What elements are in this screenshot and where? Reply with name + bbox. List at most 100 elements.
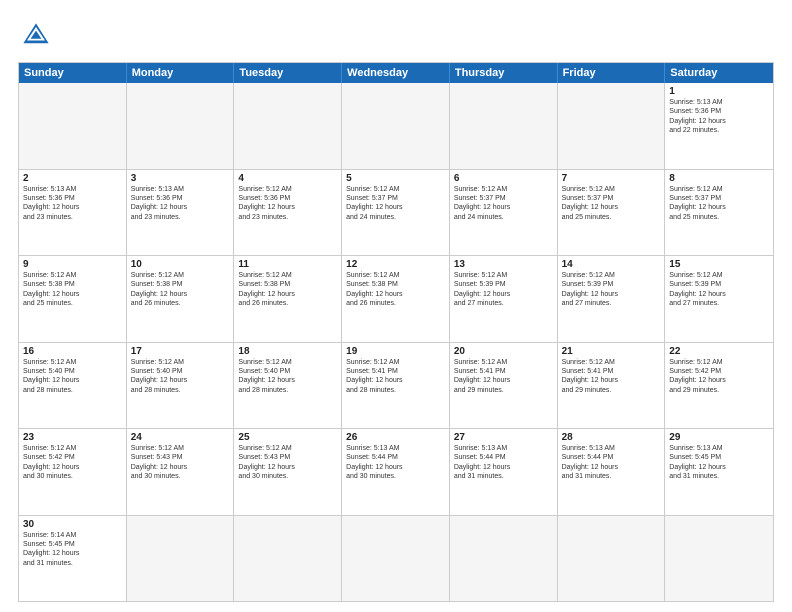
calendar-cell: 5Sunrise: 5:12 AM Sunset: 5:37 PM Daylig… <box>342 170 450 256</box>
weekday-header: Friday <box>558 63 666 83</box>
calendar-cell: 9Sunrise: 5:12 AM Sunset: 5:38 PM Daylig… <box>19 256 127 342</box>
day-info: Sunrise: 5:12 AM Sunset: 5:40 PM Dayligh… <box>238 358 337 396</box>
day-number: 27 <box>454 432 553 443</box>
day-info: Sunrise: 5:12 AM Sunset: 5:37 PM Dayligh… <box>454 185 553 223</box>
calendar-row: 1Sunrise: 5:13 AM Sunset: 5:36 PM Daylig… <box>19 83 773 170</box>
calendar-row: 16Sunrise: 5:12 AM Sunset: 5:40 PM Dayli… <box>19 343 773 430</box>
calendar-cell <box>127 83 235 169</box>
calendar-cell <box>234 516 342 602</box>
calendar-cell: 3Sunrise: 5:13 AM Sunset: 5:36 PM Daylig… <box>127 170 235 256</box>
calendar-cell: 26Sunrise: 5:13 AM Sunset: 5:44 PM Dayli… <box>342 429 450 515</box>
calendar-cell: 29Sunrise: 5:13 AM Sunset: 5:45 PM Dayli… <box>665 429 773 515</box>
day-number: 8 <box>669 173 769 184</box>
weekday-header: Saturday <box>665 63 773 83</box>
day-number: 13 <box>454 259 553 270</box>
day-number: 1 <box>669 86 769 97</box>
weekday-header: Sunday <box>19 63 127 83</box>
day-number: 23 <box>23 432 122 443</box>
day-number: 21 <box>562 346 661 357</box>
calendar: SundayMondayTuesdayWednesdayThursdayFrid… <box>18 62 774 602</box>
header <box>18 18 774 54</box>
calendar-cell: 30Sunrise: 5:14 AM Sunset: 5:45 PM Dayli… <box>19 516 127 602</box>
day-info: Sunrise: 5:12 AM Sunset: 5:37 PM Dayligh… <box>669 185 769 223</box>
calendar-header: SundayMondayTuesdayWednesdayThursdayFrid… <box>19 63 773 83</box>
day-info: Sunrise: 5:12 AM Sunset: 5:40 PM Dayligh… <box>23 358 122 396</box>
calendar-cell: 13Sunrise: 5:12 AM Sunset: 5:39 PM Dayli… <box>450 256 558 342</box>
day-info: Sunrise: 5:12 AM Sunset: 5:43 PM Dayligh… <box>238 444 337 482</box>
weekday-header: Thursday <box>450 63 558 83</box>
calendar-cell: 7Sunrise: 5:12 AM Sunset: 5:37 PM Daylig… <box>558 170 666 256</box>
day-number: 15 <box>669 259 769 270</box>
calendar-cell: 14Sunrise: 5:12 AM Sunset: 5:39 PM Dayli… <box>558 256 666 342</box>
calendar-cell: 20Sunrise: 5:12 AM Sunset: 5:41 PM Dayli… <box>450 343 558 429</box>
day-info: Sunrise: 5:12 AM Sunset: 5:40 PM Dayligh… <box>131 358 230 396</box>
calendar-cell: 6Sunrise: 5:12 AM Sunset: 5:37 PM Daylig… <box>450 170 558 256</box>
day-info: Sunrise: 5:12 AM Sunset: 5:37 PM Dayligh… <box>562 185 661 223</box>
day-info: Sunrise: 5:12 AM Sunset: 5:39 PM Dayligh… <box>562 271 661 309</box>
day-info: Sunrise: 5:13 AM Sunset: 5:44 PM Dayligh… <box>454 444 553 482</box>
day-number: 6 <box>454 173 553 184</box>
calendar-body: 1 Sunrise: 5:13 AM Sunset: 5:36 PM Daylig… <box>19 83 773 601</box>
day-number: 12 <box>346 259 445 270</box>
day-number: 19 <box>346 346 445 357</box>
day-number: 4 <box>238 173 337 184</box>
calendar-cell <box>127 516 235 602</box>
calendar-cell <box>19 83 127 169</box>
day-number: 29 <box>669 432 769 443</box>
calendar-cell: 8Sunrise: 5:12 AM Sunset: 5:37 PM Daylig… <box>665 170 773 256</box>
weekday-header: Wednesday <box>342 63 450 83</box>
day-info: Sunrise: 5:12 AM Sunset: 5:38 PM Dayligh… <box>23 271 122 309</box>
calendar-cell <box>234 83 342 169</box>
day-info: Sunrise: 5:13 AM Sunset: 5:36 PM Dayligh… <box>23 185 122 223</box>
calendar-row: 30Sunrise: 5:14 AM Sunset: 5:45 PM Dayli… <box>19 516 773 602</box>
day-number: 26 <box>346 432 445 443</box>
calendar-row: 9Sunrise: 5:12 AM Sunset: 5:38 PM Daylig… <box>19 256 773 343</box>
day-number: 20 <box>454 346 553 357</box>
day-info: Sunrise: 5:12 AM Sunset: 5:38 PM Dayligh… <box>238 271 337 309</box>
day-info: Sunrise: 5:12 AM Sunset: 5:39 PM Dayligh… <box>454 271 553 309</box>
calendar-cell: 1Sunrise: 5:13 AM Sunset: 5:36 PM Daylig… <box>665 83 773 169</box>
day-number: 10 <box>131 259 230 270</box>
logo-icon <box>18 18 54 54</box>
calendar-cell: 23Sunrise: 5:12 AM Sunset: 5:42 PM Dayli… <box>19 429 127 515</box>
calendar-cell: 12Sunrise: 5:12 AM Sunset: 5:38 PM Dayli… <box>342 256 450 342</box>
day-number: 25 <box>238 432 337 443</box>
day-info: Sunrise: 5:12 AM Sunset: 5:41 PM Dayligh… <box>562 358 661 396</box>
day-info: Sunrise: 5:12 AM Sunset: 5:41 PM Dayligh… <box>454 358 553 396</box>
day-number: 30 <box>23 519 122 530</box>
day-number: 14 <box>562 259 661 270</box>
calendar-row: 23Sunrise: 5:12 AM Sunset: 5:42 PM Dayli… <box>19 429 773 516</box>
page: SundayMondayTuesdayWednesdayThursdayFrid… <box>0 0 792 612</box>
day-info: Sunrise: 5:12 AM Sunset: 5:43 PM Dayligh… <box>131 444 230 482</box>
calendar-cell <box>450 83 558 169</box>
calendar-cell: 25Sunrise: 5:12 AM Sunset: 5:43 PM Dayli… <box>234 429 342 515</box>
day-info: Sunrise: 5:12 AM Sunset: 5:37 PM Dayligh… <box>346 185 445 223</box>
day-info: Sunrise: 5:14 AM Sunset: 5:45 PM Dayligh… <box>23 531 122 569</box>
weekday-header: Tuesday <box>234 63 342 83</box>
day-info: Sunrise: 5:12 AM Sunset: 5:36 PM Dayligh… <box>238 185 337 223</box>
day-number: 11 <box>238 259 337 270</box>
calendar-cell: 21Sunrise: 5:12 AM Sunset: 5:41 PM Dayli… <box>558 343 666 429</box>
calendar-cell: 19Sunrise: 5:12 AM Sunset: 5:41 PM Dayli… <box>342 343 450 429</box>
calendar-cell <box>450 516 558 602</box>
weekday-header: Monday <box>127 63 235 83</box>
day-info: Sunrise: 5:12 AM Sunset: 5:38 PM Dayligh… <box>346 271 445 309</box>
day-number: 5 <box>346 173 445 184</box>
calendar-cell: 27Sunrise: 5:13 AM Sunset: 5:44 PM Dayli… <box>450 429 558 515</box>
day-number: 28 <box>562 432 661 443</box>
day-number: 9 <box>23 259 122 270</box>
calendar-cell <box>342 83 450 169</box>
day-info: Sunrise: 5:12 AM Sunset: 5:38 PM Dayligh… <box>131 271 230 309</box>
day-info: Sunrise: 5:12 AM Sunset: 5:42 PM Dayligh… <box>23 444 122 482</box>
day-info: Sunrise: 5:13 AM Sunset: 5:45 PM Dayligh… <box>669 444 769 482</box>
calendar-cell: 15Sunrise: 5:12 AM Sunset: 5:39 PM Dayli… <box>665 256 773 342</box>
day-info: Sunrise: 5:12 AM Sunset: 5:42 PM Dayligh… <box>669 358 769 396</box>
day-number: 18 <box>238 346 337 357</box>
calendar-cell: 17Sunrise: 5:12 AM Sunset: 5:40 PM Dayli… <box>127 343 235 429</box>
calendar-cell: 18Sunrise: 5:12 AM Sunset: 5:40 PM Dayli… <box>234 343 342 429</box>
calendar-cell: 4Sunrise: 5:12 AM Sunset: 5:36 PM Daylig… <box>234 170 342 256</box>
calendar-cell: 28Sunrise: 5:13 AM Sunset: 5:44 PM Dayli… <box>558 429 666 515</box>
calendar-cell: 24Sunrise: 5:12 AM Sunset: 5:43 PM Dayli… <box>127 429 235 515</box>
day-number: 17 <box>131 346 230 357</box>
calendar-cell <box>342 516 450 602</box>
